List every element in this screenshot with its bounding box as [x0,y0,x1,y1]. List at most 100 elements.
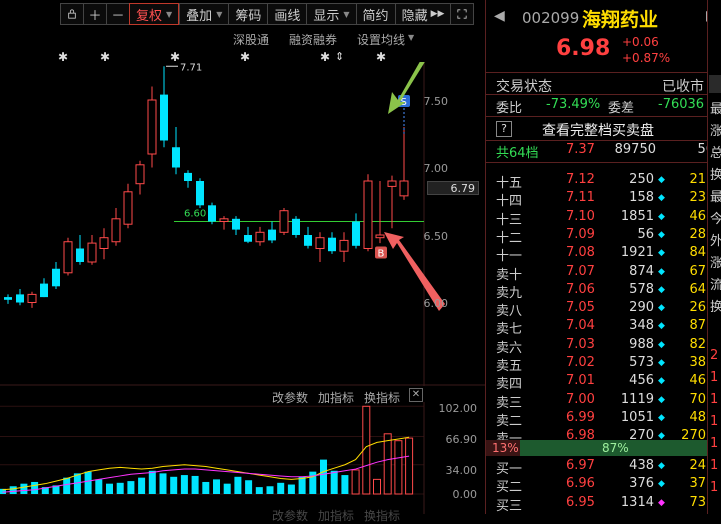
status-label: 交易状态 [496,79,552,95]
order-book-row[interactable]: 十二 7.09 56 ◆ 28 [496,227,721,246]
total-levels-label: 共64档 [496,146,539,161]
level-price: 7.08 [566,245,595,261]
fuquan-dropdown[interactable]: 复权 ▼ [129,3,180,25]
level-price: 7.01 [566,373,595,389]
ratio-bar: 13% 87% [486,440,721,456]
level-count: 23 [689,190,706,206]
order-book-row[interactable]: 十五 7.12 250 ◆ 21 [496,172,721,191]
close-indicator-button[interactable]: ✕ [409,388,423,402]
indicator-bar [309,471,317,494]
level-count: 70 [689,391,706,407]
close-icon: ✕ [411,389,421,400]
gaicanshu-link[interactable]: 改参数 [272,507,308,524]
order-book-row[interactable]: 十一 7.08 1921 ◆ 84 [496,245,721,264]
order-book-row[interactable]: 卖六 7.03 988 ◆ 82 [496,337,721,356]
price-axis-label: 7.50 [423,95,449,108]
jiazhibiao-link[interactable]: 加指标 [318,507,354,524]
level-label: 十四 [496,194,523,210]
order-book-row[interactable]: 卖七 7.04 348 ◆ 87 [496,318,721,337]
side-label: 流 [710,274,721,293]
indicator-bar [84,471,92,494]
zoom-out-button[interactable]: － [106,3,129,25]
candle-body [352,221,360,246]
order-book-row[interactable]: 卖十 7.07 874 ◆ 67 [496,263,721,283]
order-book-row[interactable]: 卖八 7.05 290 ◆ 26 [496,300,721,319]
candle-body [339,239,349,252]
level-label: 卖五 [496,359,523,374]
order-book-row[interactable]: 卖二 6.99 1051 ◆ 48 [496,409,721,429]
weicha-label: 委差 [608,101,635,116]
ratio-left: 13% [492,441,519,455]
xianshi-dropdown[interactable]: 显示 ▼ [306,3,356,25]
order-book-row[interactable]: 买二 6.96 376 ◆ 37 [496,476,721,495]
help-icon[interactable]: ? [496,121,512,137]
indicator-bar [180,475,188,494]
side-number: 1 [710,392,719,407]
candle-body [184,172,192,181]
order-book-row[interactable]: 十三 7.10 1851 ◆ 46 [496,208,721,228]
level-label: 买一 [496,462,523,477]
candle-body [219,218,229,223]
level-count: 24 [689,458,706,473]
level-volume: 456 [629,373,654,389]
prev-stock-button[interactable]: ◀ [494,8,505,24]
order-book-row[interactable]: 买一 6.97 438 ◆ 24 [496,458,721,477]
chart-toolbar: ＋ － 复权 ▼ 叠加 ▼ 筹码 画线 显示 ▼ 简约 隐藏 ▶▶ [60,3,475,27]
level-label: 卖二 [496,413,523,429]
huanzhibiao-link[interactable]: 换指标 [364,507,400,524]
indicator-bar [405,437,414,495]
level-price: 7.10 [566,208,595,224]
lock-icon [68,9,76,19]
candle-body [111,218,121,243]
order-book-row[interactable]: 卖五 7.02 573 ◆ 38 [496,355,721,374]
level-volume: 874 [629,263,654,279]
side-number: 2 [710,348,719,363]
level-label: 卖十 [496,267,523,283]
lock-button[interactable] [60,3,83,25]
status-value: 已收市 [662,79,704,95]
level-count: 46 [689,208,706,224]
price-change: +0.06 [622,35,659,49]
side-tab[interactable] [709,75,721,93]
level-volume: 578 [629,281,654,297]
side-label: 今 [710,208,721,227]
candle-body [196,181,204,206]
candle-body [375,234,385,239]
order-book-row[interactable]: 十四 7.11 158 ◆ 23 [496,190,721,210]
level-price: 6.99 [566,409,595,425]
indicator-chart[interactable] [0,402,485,514]
candlestick-chart[interactable]: 6.607.71SB [0,62,485,386]
rongzi-link[interactable]: 融资融券 [289,31,337,48]
yincang-button[interactable]: 隐藏 ▶▶ [394,3,451,25]
huaxian-button[interactable]: 画线 [267,3,307,25]
indicator-axis-label: 66.90 [445,433,478,446]
level-volume: 158 [629,190,654,206]
level-label: 卖九 [496,285,523,301]
indicator-bar [298,476,306,494]
indicator-bar [341,475,349,494]
indicator-bar [234,476,242,494]
fullscreen-button[interactable] [450,3,475,25]
order-book-row[interactable]: 卖九 7.06 578 ◆ 64 [496,281,721,301]
indicator-bar [20,483,28,494]
candle-body [244,235,252,242]
high-annotation: 7.71 [180,62,202,73]
level-price: 7.11 [566,190,595,206]
shengutong-link[interactable]: 深股通 [233,31,269,48]
zoom-in-button[interactable]: ＋ [83,3,106,25]
order-book-row[interactable]: 卖三 7.00 1119 ◆ 70 [496,391,721,411]
side-label: 涨 [710,120,721,139]
full-depth-link[interactable]: 查看完整档买卖盘 [542,120,654,140]
level-price: 7.02 [566,355,595,370]
order-book-row[interactable]: 买三 6.95 1314 ◆ 73 [496,495,721,514]
shezhi-junxian-link[interactable]: 设置均线 [357,31,405,48]
diejia-dropdown[interactable]: 叠加 ▼ [179,3,229,25]
stock-name: 海翔药业 [582,9,659,31]
order-book-row[interactable]: 卖四 7.01 456 ◆ 46 [496,373,721,392]
jianyue-button[interactable]: 简约 [355,3,395,25]
caret-down-icon: ▼ [408,33,415,42]
level-price: 7.04 [566,318,595,334]
indicator-bar [223,483,231,494]
candle-body [99,237,109,249]
chouma-button[interactable]: 筹码 [228,3,268,25]
